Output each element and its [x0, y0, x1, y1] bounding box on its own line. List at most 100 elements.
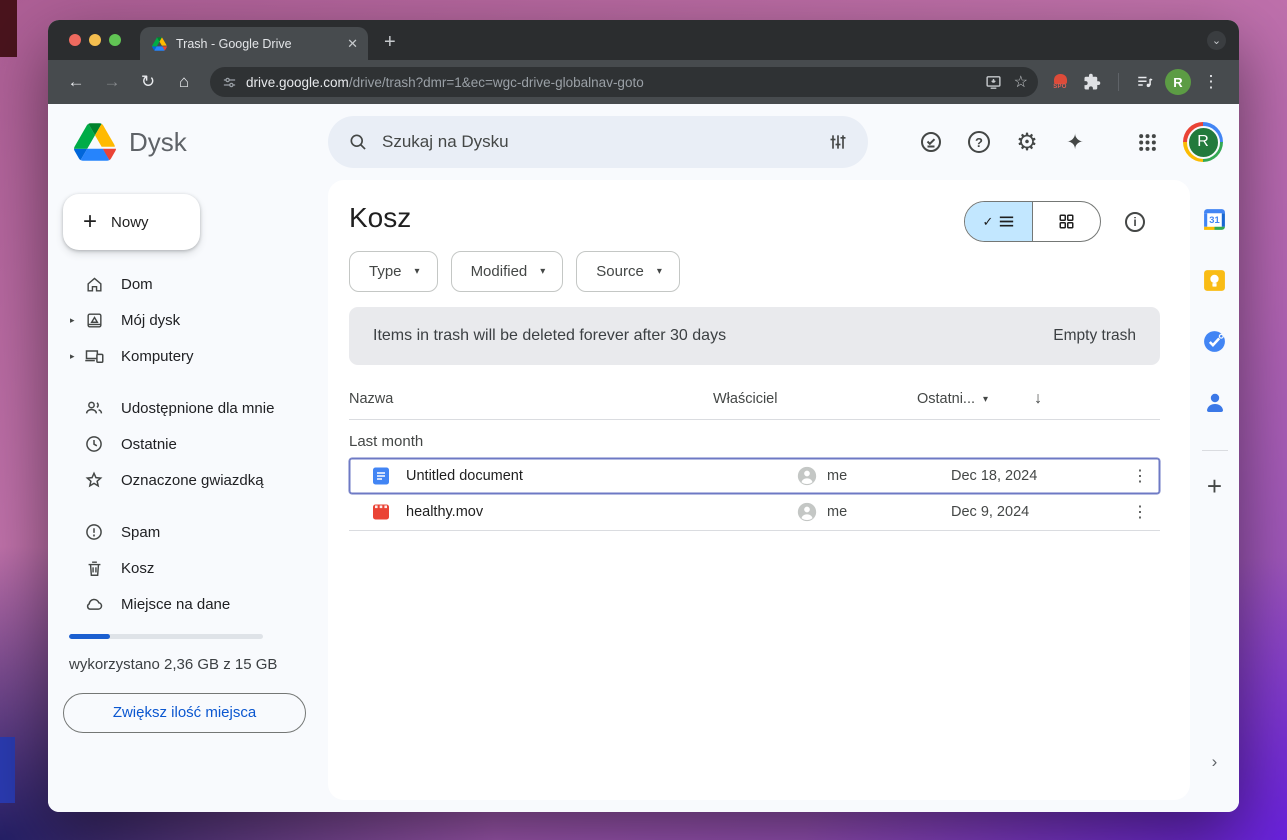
right-side-panel: 31	[1190, 180, 1239, 800]
apps-grid-icon[interactable]	[1127, 122, 1167, 162]
cloud-icon	[84, 594, 104, 614]
storage-usage-text: wykorzystano 2,36 GB z 15 GB	[69, 651, 294, 680]
sidebar-item-label: Miejsce na dane	[121, 596, 230, 613]
back-icon[interactable]: ←	[60, 66, 92, 98]
upgrade-storage-button[interactable]: Zwiększ ilość miejsca	[63, 693, 306, 733]
maximize-window-button[interactable]	[109, 34, 121, 46]
filter-chip-source[interactable]: Source ▾	[576, 251, 680, 292]
column-header-name[interactable]: Nazwa	[349, 391, 713, 407]
tab-search-icon[interactable]: ⌄	[1207, 31, 1226, 50]
sidebar-item-spam[interactable]: Spam	[63, 514, 312, 550]
desktop-background-window	[0, 0, 17, 57]
svg-text:31: 31	[1209, 215, 1219, 225]
star-icon	[84, 470, 104, 490]
details-info-icon[interactable]: i	[1125, 212, 1145, 232]
extension-spo-icon[interactable]: SPO	[1048, 74, 1072, 90]
row-menu-icon[interactable]: ⋮	[1120, 466, 1160, 486]
extensions-puzzle-icon[interactable]	[1076, 66, 1108, 98]
browser-window: Trash - Google Drive ✕ + ⌄ ← → ↻ ⌂ drive…	[48, 20, 1239, 812]
sidebar-item-recent[interactable]: Ostatnie	[63, 426, 312, 462]
google-contacts-icon[interactable]	[1202, 389, 1228, 415]
close-window-button[interactable]	[69, 34, 81, 46]
sidebar-item-label: Ostatnie	[121, 436, 177, 453]
offline-status-icon[interactable]	[911, 122, 951, 162]
browser-profile-avatar[interactable]: R	[1165, 69, 1191, 95]
drive-brand[interactable]: Dysk	[48, 123, 328, 161]
collapse-side-panel-icon[interactable]: ›	[1212, 752, 1218, 772]
trash-banner: Items in trash will be deleted forever a…	[349, 307, 1160, 365]
file-row[interactable]: Untitled document me Dec 18, 2024 ⋮	[349, 458, 1160, 494]
browser-tab[interactable]: Trash - Google Drive ✕	[140, 27, 368, 60]
sidebar-item-label: Oznaczone gwiazdką	[121, 472, 264, 489]
media-playlist-icon[interactable]	[1129, 66, 1161, 98]
list-view-button[interactable]: ✓	[965, 202, 1033, 241]
tab-close-icon[interactable]: ✕	[347, 36, 358, 52]
address-bar[interactable]: drive.google.com/drive/trash?dmr=1&ec=wg…	[210, 67, 1038, 97]
new-tab-button[interactable]: +	[384, 32, 396, 52]
owner-avatar-icon	[797, 466, 817, 486]
sidebar-item-computers[interactable]: ▸ Komputery	[63, 338, 312, 374]
app-name: Dysk	[129, 127, 187, 158]
empty-trash-button[interactable]: Empty trash	[1053, 327, 1136, 345]
install-app-icon[interactable]	[985, 74, 1002, 91]
home-icon[interactable]: ⌂	[168, 66, 200, 98]
drive-body: + Nowy Dom ▸ Mój dysk ▸	[48, 180, 1239, 812]
search-bar[interactable]	[328, 116, 868, 168]
filter-chip-type[interactable]: Type ▾	[349, 251, 438, 292]
sidebar-item-shared-with-me[interactable]: Udostępnione dla mnie	[63, 390, 312, 426]
google-tasks-icon[interactable]	[1202, 328, 1228, 354]
sidebar-item-home[interactable]: Dom	[63, 266, 312, 302]
filter-chip-modified[interactable]: Modified ▾	[451, 251, 564, 292]
expand-right-icon[interactable]: ▸	[70, 315, 75, 326]
sidebar-item-trash[interactable]: Kosz	[63, 550, 312, 586]
gemini-sparkle-icon[interactable]: ✦	[1055, 122, 1095, 162]
column-header-owner[interactable]: Właściciel	[713, 391, 917, 407]
caret-down-icon: ▾	[540, 266, 545, 277]
toolbar-divider	[1118, 73, 1119, 91]
sidebar-item-label: Komputery	[121, 348, 194, 365]
row-menu-icon[interactable]: ⋮	[1120, 502, 1160, 522]
tab-title: Trash - Google Drive	[176, 37, 338, 51]
google-keep-icon[interactable]	[1202, 267, 1228, 293]
caret-down-icon: ▾	[657, 266, 662, 277]
file-date: Dec 9, 2024	[917, 504, 1120, 520]
file-owner-cell: me	[713, 466, 917, 486]
sort-direction-icon[interactable]: ↓	[1034, 390, 1042, 408]
file-row[interactable]: healthy.mov me Dec 9, 2024 ⋮	[349, 494, 1160, 530]
add-side-panel-app-icon[interactable]: +	[1207, 473, 1222, 499]
sidebar-item-storage[interactable]: Miejsce na dane	[63, 586, 312, 622]
file-name: Untitled document	[406, 468, 523, 484]
file-owner: me	[827, 504, 847, 520]
main-panel: Kosz ✓ i Type ▾	[328, 180, 1190, 800]
settings-gear-icon[interactable]: ⚙	[1007, 122, 1047, 162]
google-calendar-icon[interactable]: 31	[1202, 206, 1228, 232]
expand-right-icon[interactable]: ▸	[70, 351, 75, 362]
file-date: Dec 18, 2024	[917, 468, 1120, 484]
sidebar-item-starred[interactable]: Oznaczone gwiazdką	[63, 462, 312, 498]
reload-icon[interactable]: ↻	[132, 66, 164, 98]
grid-view-button[interactable]	[1033, 202, 1100, 241]
advanced-search-tune-icon[interactable]	[828, 132, 848, 152]
shared-people-icon	[84, 398, 104, 418]
spam-icon	[84, 522, 104, 542]
search-input[interactable]	[382, 132, 814, 152]
column-header-modified[interactable]: Ostatni... ▾ ↓	[917, 390, 1120, 408]
drive-app: Dysk ?	[48, 104, 1239, 812]
minimize-window-button[interactable]	[89, 34, 101, 46]
forward-icon[interactable]: →	[96, 66, 128, 98]
account-avatar[interactable]: R	[1183, 122, 1223, 162]
new-button[interactable]: + Nowy	[63, 194, 200, 250]
owner-avatar-icon	[797, 502, 817, 522]
bookmark-star-icon[interactable]: ☆	[1014, 72, 1028, 92]
group-label: Last month	[349, 420, 1160, 458]
search-icon[interactable]	[348, 132, 368, 152]
filter-label: Type	[369, 263, 402, 280]
site-settings-icon[interactable]	[222, 75, 237, 90]
check-icon: ✓	[983, 214, 994, 230]
help-icon[interactable]: ?	[959, 122, 999, 162]
google-drive-logo	[74, 123, 116, 161]
browser-menu-icon[interactable]: ⋮	[1195, 66, 1227, 98]
omnibox-actions: ☆	[985, 72, 1028, 92]
sidebar-group-gap	[63, 374, 312, 390]
sidebar-item-my-drive[interactable]: ▸ Mój dysk	[63, 302, 312, 338]
